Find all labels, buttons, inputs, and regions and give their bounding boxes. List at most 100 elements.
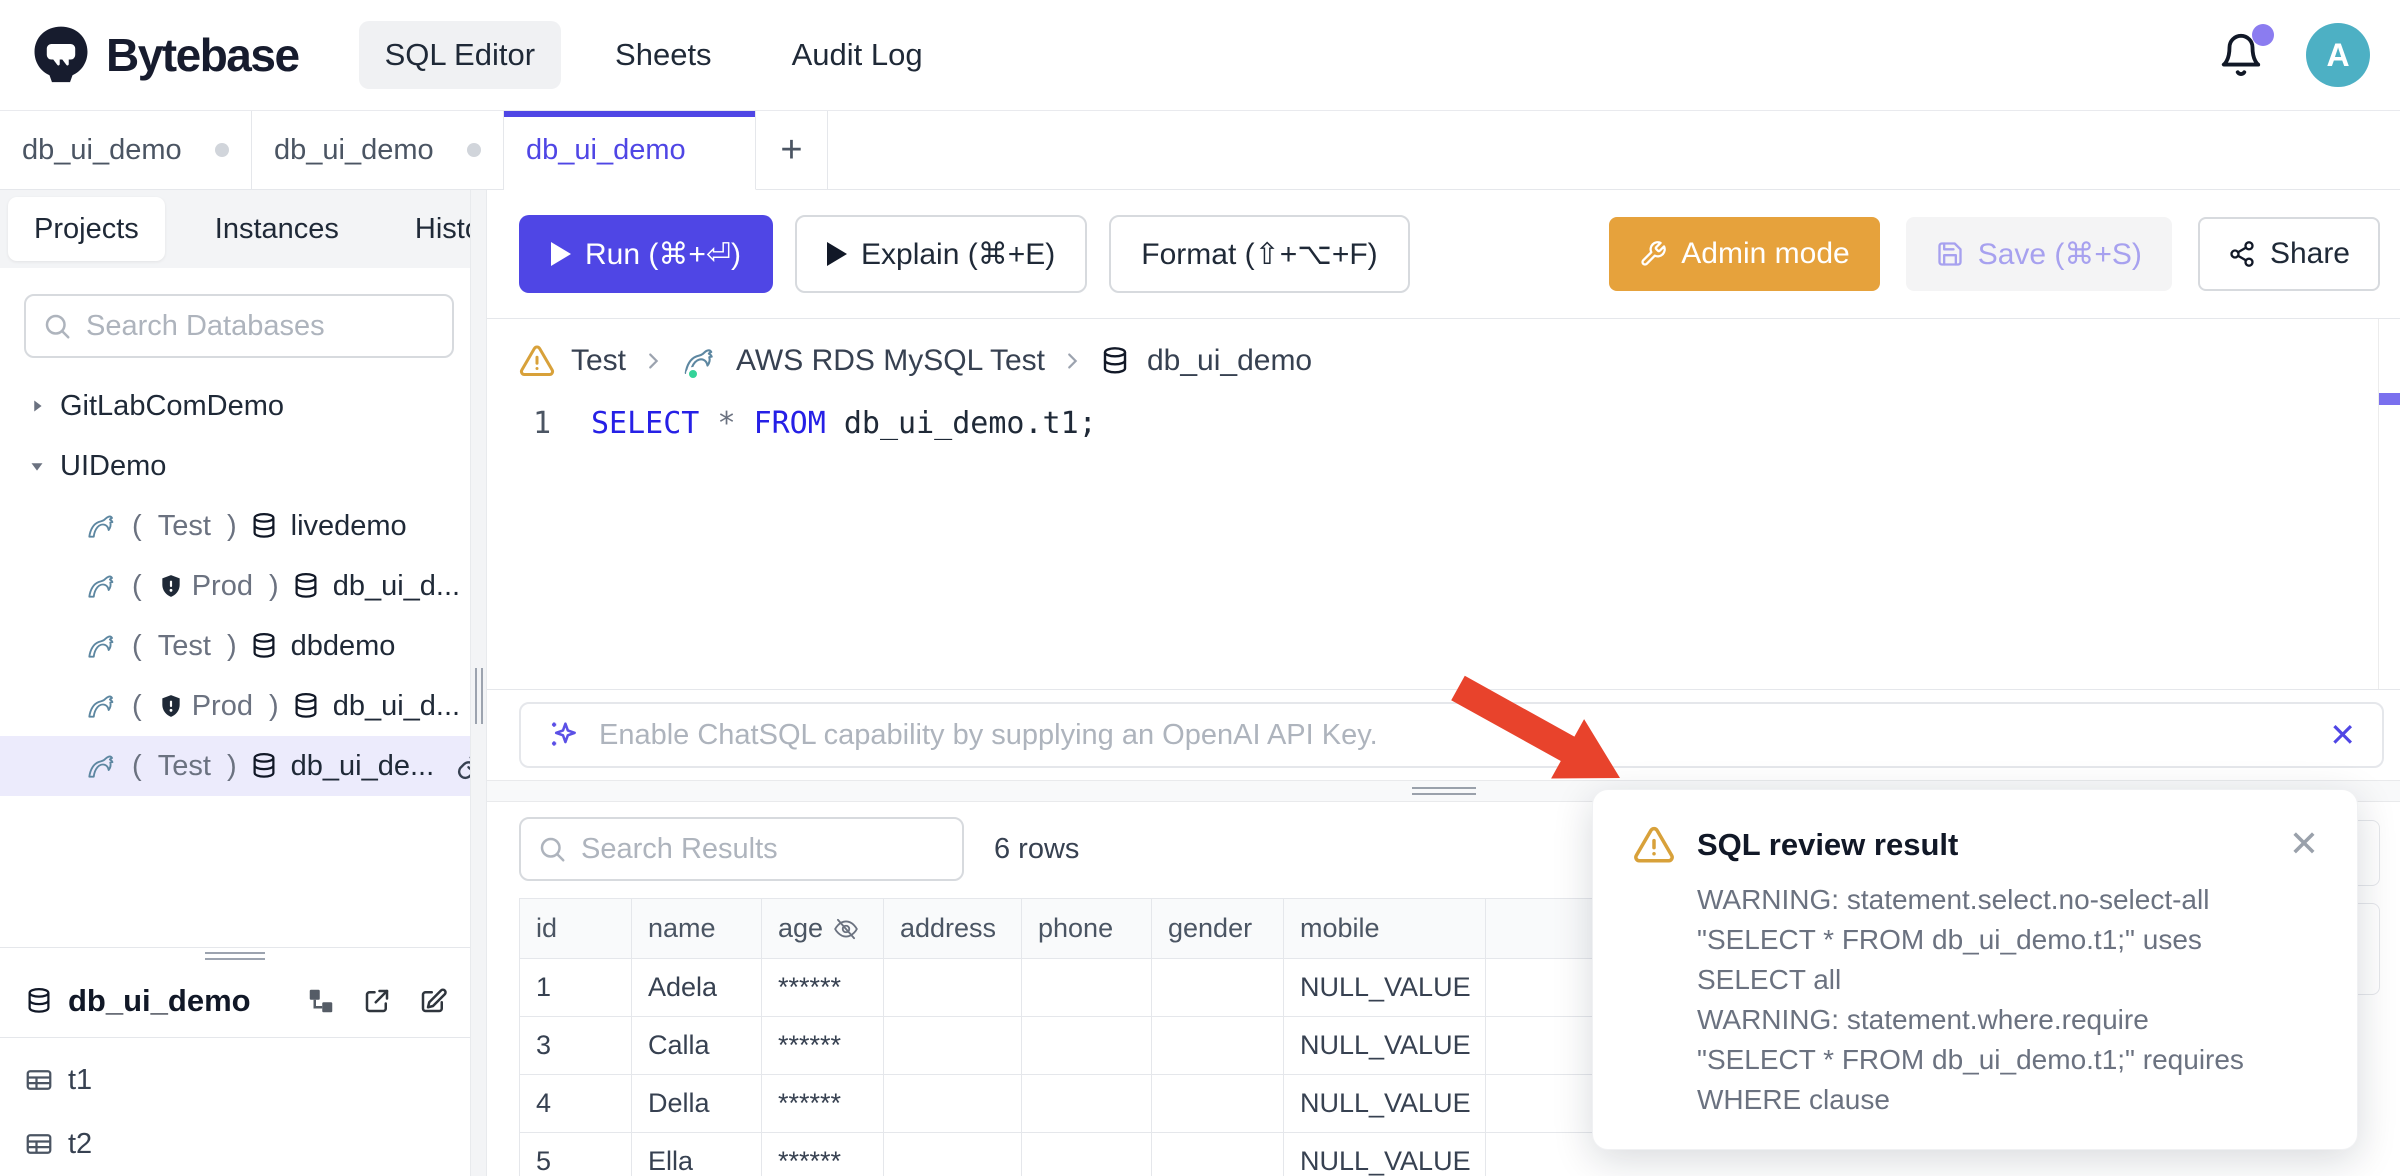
table-cell[interactable]: Della (632, 1075, 762, 1133)
run-button[interactable]: Run (⌘+⏎) (519, 215, 773, 293)
sidebar-tab-projects[interactable]: Projects (8, 197, 165, 261)
table-cell[interactable] (884, 1075, 1022, 1133)
column-header-address[interactable]: address (884, 899, 1022, 959)
database-tree: GitLabComDemo UIDemo ( Test ) livedemo (… (0, 368, 470, 947)
table-cell[interactable]: 1 (520, 959, 632, 1017)
table-cell[interactable] (1152, 1017, 1284, 1075)
chatsql-banner[interactable]: Enable ChatSQL capability by supplying a… (519, 702, 2384, 768)
sidebar-main-splitter[interactable] (470, 190, 487, 1176)
table-cell[interactable] (884, 1133, 1022, 1176)
search-databases-input[interactable] (86, 310, 436, 343)
save-button[interactable]: Save (⌘+S) (1906, 217, 2172, 291)
tree-project-row[interactable]: UIDemo (0, 436, 470, 496)
editor-tab[interactable]: db_ui_demo (0, 111, 252, 190)
table-cell[interactable]: 3 (520, 1017, 632, 1075)
unsaved-dot-icon (215, 143, 229, 157)
schema-diagram-button[interactable] (306, 986, 336, 1016)
results-search[interactable] (519, 817, 964, 881)
table-cell[interactable]: 4 (520, 1075, 632, 1133)
tab-bar-filler (828, 111, 2400, 190)
external-link-button[interactable] (362, 986, 392, 1016)
play-icon (827, 242, 847, 266)
popup-close-icon[interactable]: ✕ (2289, 826, 2319, 862)
table-cell[interactable] (884, 1017, 1022, 1075)
nav-item-sql-editor[interactable]: SQL Editor (359, 21, 561, 89)
column-header-mobile[interactable]: mobile (1284, 899, 1486, 959)
scrollbar-thumb[interactable] (2379, 393, 2400, 405)
unsaved-dot-icon (467, 143, 481, 157)
database-label: db_ui_d... (333, 690, 460, 723)
database-label: livedemo (291, 510, 407, 543)
schema-panel: db_ui_demo t1 (0, 947, 470, 1176)
bytebase-logo[interactable]: Bytebase (30, 24, 299, 86)
column-header-filler (1486, 899, 1596, 959)
sidebar-resize-handle[interactable] (0, 948, 470, 964)
tree-project-row[interactable]: GitLabComDemo (0, 376, 470, 436)
editor-tab[interactable]: db_ui_demo (252, 111, 504, 190)
table-cell[interactable]: 5 (520, 1133, 632, 1176)
database-search[interactable] (24, 294, 454, 358)
database-icon (24, 986, 54, 1016)
nav-item-audit-log[interactable]: Audit Log (766, 21, 949, 89)
table-cell[interactable]: NULL_VALUE (1284, 1133, 1486, 1176)
column-header-name[interactable]: name (632, 899, 762, 959)
share-button[interactable]: Share (2198, 217, 2380, 291)
table-cell[interactable]: Calla (632, 1017, 762, 1075)
table-cell[interactable]: Adela (632, 959, 762, 1017)
table-cell[interactable]: NULL_VALUE (1284, 1075, 1486, 1133)
column-header-phone[interactable]: phone (1022, 899, 1152, 959)
table-cell[interactable] (1152, 1133, 1284, 1176)
explain-button[interactable]: Explain (⌘+E) (795, 215, 1087, 293)
popup-title: SQL review result (1697, 827, 1958, 863)
table-cell[interactable]: Ella (632, 1133, 762, 1176)
table-cell[interactable] (1022, 959, 1152, 1017)
table-cell[interactable]: ****** (762, 959, 884, 1017)
mysql-dolphin-icon (84, 510, 120, 542)
column-header-gender[interactable]: gender (1152, 899, 1284, 959)
sql-code-area[interactable]: 1 SELECT * FROM db_ui_demo.t1; (487, 401, 2400, 447)
table-cell[interactable]: NULL_VALUE (1284, 1017, 1486, 1075)
add-tab-button[interactable]: + (756, 111, 828, 190)
sidebar-tab-instances[interactable]: Instances (189, 197, 365, 261)
format-button[interactable]: Format (⇧+⌥+F) (1109, 215, 1409, 293)
tree-database-row[interactable]: ( Test ) livedemo (0, 496, 470, 556)
table-cell-filler (1486, 1075, 1596, 1133)
tree-database-row[interactable]: ( Test ) dbdemo (0, 616, 470, 676)
table-cell[interactable] (1152, 959, 1284, 1017)
editor-scrollbar[interactable] (2378, 319, 2400, 689)
tree-database-row[interactable]: ( Test ) db_ui_de... (0, 736, 470, 796)
table-cell[interactable]: ****** (762, 1133, 884, 1176)
admin-mode-button[interactable]: Admin mode (1609, 217, 1879, 291)
results-table: idnameageaddressphonegendermobile 1Adela… (519, 898, 1596, 1176)
table-row: 1Adela****** NULL_VALUE (520, 959, 1596, 1017)
table-cell[interactable] (1022, 1075, 1152, 1133)
tree-database-row[interactable]: ( Prod ) db_ui_d... (0, 556, 470, 616)
banner-close-icon[interactable]: ✕ (2329, 716, 2356, 754)
breadcrumb-instance[interactable]: AWS RDS MySQL Test (736, 344, 1045, 378)
table-item[interactable]: t1 (0, 1048, 470, 1112)
table-item[interactable]: t2 (0, 1112, 470, 1176)
table-cell[interactable] (1022, 1017, 1152, 1075)
breadcrumb-database[interactable]: db_ui_demo (1147, 344, 1312, 378)
column-header-id[interactable]: id (520, 899, 632, 959)
notifications-button[interactable] (2218, 30, 2264, 80)
environment-label: ( Test ) (132, 750, 237, 783)
tab-label: db_ui_demo (526, 134, 686, 167)
table-cell[interactable] (1022, 1133, 1152, 1176)
table-cell[interactable]: NULL_VALUE (1284, 959, 1486, 1017)
edit-schema-button[interactable] (418, 986, 448, 1016)
search-results-input[interactable] (581, 833, 946, 866)
table-cell[interactable] (884, 959, 1022, 1017)
editor-tab[interactable]: db_ui_demo (504, 111, 756, 190)
nav-item-sheets[interactable]: Sheets (589, 21, 738, 89)
breadcrumb-environment[interactable]: Test (571, 344, 626, 378)
table-cell[interactable]: ****** (762, 1017, 884, 1075)
tree-database-row[interactable]: ( Prod ) db_ui_d... (0, 676, 470, 736)
bytebase-logo-icon (30, 24, 92, 86)
mysql-instance-icon (680, 343, 720, 379)
column-header-age[interactable]: age (762, 899, 884, 959)
avatar[interactable]: A (2306, 23, 2370, 87)
table-cell[interactable]: ****** (762, 1075, 884, 1133)
table-cell[interactable] (1152, 1075, 1284, 1133)
sql-statement: SELECT * FROM db_ui_demo.t1; (577, 401, 1097, 447)
